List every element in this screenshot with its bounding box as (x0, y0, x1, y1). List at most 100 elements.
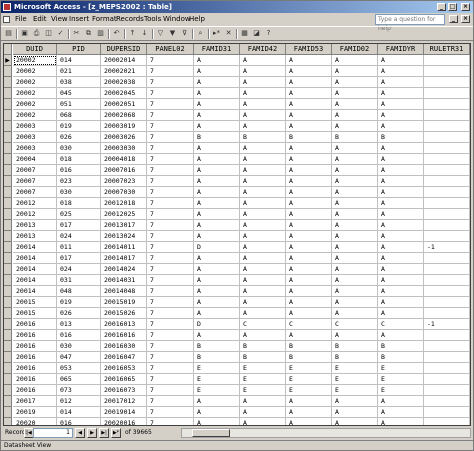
current-record-field[interactable]: 1 (33, 428, 73, 438)
table-cell[interactable]: 019 (57, 297, 101, 308)
row-selector[interactable] (4, 286, 12, 297)
table-cell[interactable]: A (240, 110, 286, 121)
row-selector[interactable] (4, 275, 12, 286)
table-cell[interactable] (424, 77, 470, 88)
table-cell[interactable] (424, 187, 470, 198)
table-cell[interactable]: 20004018 (101, 154, 147, 165)
spell-icon[interactable]: ✓ (56, 29, 65, 38)
table-cell[interactable] (424, 165, 470, 176)
table-cell[interactable]: A (240, 286, 286, 297)
table-cell[interactable]: 20002 (13, 88, 57, 99)
table-cell[interactable]: 20016065 (101, 374, 147, 385)
table-cell[interactable]: 20014011 (101, 242, 147, 253)
table-cell[interactable]: 20019 (13, 407, 57, 418)
table-cell[interactable]: A (194, 308, 240, 319)
doc-minimize-button[interactable]: _ (449, 15, 458, 23)
table-cell[interactable]: A (332, 143, 378, 154)
row-selector[interactable] (4, 110, 12, 121)
table-cell[interactable]: A (194, 154, 240, 165)
table-cell[interactable]: A (240, 88, 286, 99)
table-cell[interactable]: E (378, 374, 424, 385)
table-cell[interactable] (424, 264, 470, 275)
table-cell[interactable]: A (378, 121, 424, 132)
table-cell[interactable]: 20016 (13, 374, 57, 385)
table-cell[interactable]: 20012025 (101, 209, 147, 220)
column-header-famidyr[interactable]: FAMIDYR (378, 44, 424, 55)
table-cell[interactable]: A (240, 275, 286, 286)
table-cell[interactable]: 20015026 (101, 308, 147, 319)
table-cell[interactable]: A (286, 55, 332, 66)
table-cell[interactable] (424, 308, 470, 319)
table-cell[interactable]: A (286, 242, 332, 253)
table-cell[interactable]: 7 (147, 330, 194, 341)
table-cell[interactable]: A (378, 396, 424, 407)
maximize-button[interactable]: □ (448, 3, 457, 11)
table-cell[interactable]: A (240, 66, 286, 77)
table-cell[interactable]: A (378, 99, 424, 110)
table-cell[interactable]: A (240, 121, 286, 132)
table-cell[interactable]: B (286, 341, 332, 352)
table-cell[interactable] (424, 374, 470, 385)
table-cell[interactable] (424, 209, 470, 220)
table-cell[interactable]: B (240, 341, 286, 352)
table-cell[interactable]: E (332, 374, 378, 385)
table-cell[interactable]: 7 (147, 99, 194, 110)
table-cell[interactable]: 016 (57, 418, 101, 425)
table-cell[interactable]: E (332, 363, 378, 374)
table-cell[interactable]: 030 (57, 187, 101, 198)
row-selector[interactable] (4, 385, 12, 396)
table-cell[interactable]: 7 (147, 220, 194, 231)
table-cell[interactable]: A (286, 66, 332, 77)
table-cell[interactable]: A (240, 418, 286, 425)
table-cell[interactable]: A (332, 396, 378, 407)
table-cell[interactable]: B (332, 341, 378, 352)
row-selector[interactable] (4, 231, 12, 242)
table-cell[interactable]: A (332, 297, 378, 308)
table-cell[interactable]: 7 (147, 110, 194, 121)
table-cell[interactable] (424, 55, 470, 66)
table-cell[interactable]: A (194, 110, 240, 121)
table-cell[interactable]: A (286, 154, 332, 165)
table-cell[interactable]: 7 (147, 297, 194, 308)
table-cell[interactable] (424, 231, 470, 242)
table-cell[interactable]: 030 (57, 341, 101, 352)
table-cell[interactable]: 20016 (13, 352, 57, 363)
table-cell[interactable]: A (286, 220, 332, 231)
table-cell[interactable]: A (378, 275, 424, 286)
table-cell[interactable]: A (378, 418, 424, 425)
table-cell[interactable]: A (240, 220, 286, 231)
table-cell[interactable]: A (240, 264, 286, 275)
table-cell[interactable]: A (378, 55, 424, 66)
table-cell[interactable]: A (240, 165, 286, 176)
table-cell[interactable]: B (240, 352, 286, 363)
table-cell[interactable]: E (378, 363, 424, 374)
table-cell[interactable]: 20014 (13, 253, 57, 264)
table-cell[interactable]: 7 (147, 286, 194, 297)
table-cell[interactable]: A (194, 165, 240, 176)
table-cell[interactable]: 20013017 (101, 220, 147, 231)
table-cell[interactable]: E (240, 385, 286, 396)
menu-window[interactable]: Window (163, 13, 191, 26)
table-cell[interactable] (424, 198, 470, 209)
table-cell[interactable]: 20007 (13, 176, 57, 187)
table-cell[interactable]: A (378, 264, 424, 275)
table-cell[interactable]: 20016 (13, 341, 57, 352)
table-cell[interactable]: A (286, 275, 332, 286)
row-selector[interactable] (4, 264, 12, 275)
horizontal-scrollbar[interactable] (181, 428, 471, 438)
table-cell[interactable]: 068 (57, 110, 101, 121)
table-cell[interactable]: 20016 (13, 363, 57, 374)
table-cell[interactable]: 016 (57, 330, 101, 341)
table-cell[interactable]: A (378, 253, 424, 264)
table-cell[interactable]: 20007016 (101, 165, 147, 176)
apply-filter-icon[interactable]: ⊽ (180, 29, 189, 38)
table-cell[interactable]: A (332, 231, 378, 242)
view-icon[interactable]: ▤ (4, 29, 13, 38)
table-cell[interactable]: 20014 (13, 275, 57, 286)
row-selector[interactable] (4, 407, 12, 418)
table-cell[interactable]: A (332, 407, 378, 418)
table-cell[interactable]: 7 (147, 209, 194, 220)
table-cell[interactable]: 20007030 (101, 187, 147, 198)
close-button[interactable]: × (461, 3, 470, 11)
table-cell[interactable]: 20016013 (101, 319, 147, 330)
